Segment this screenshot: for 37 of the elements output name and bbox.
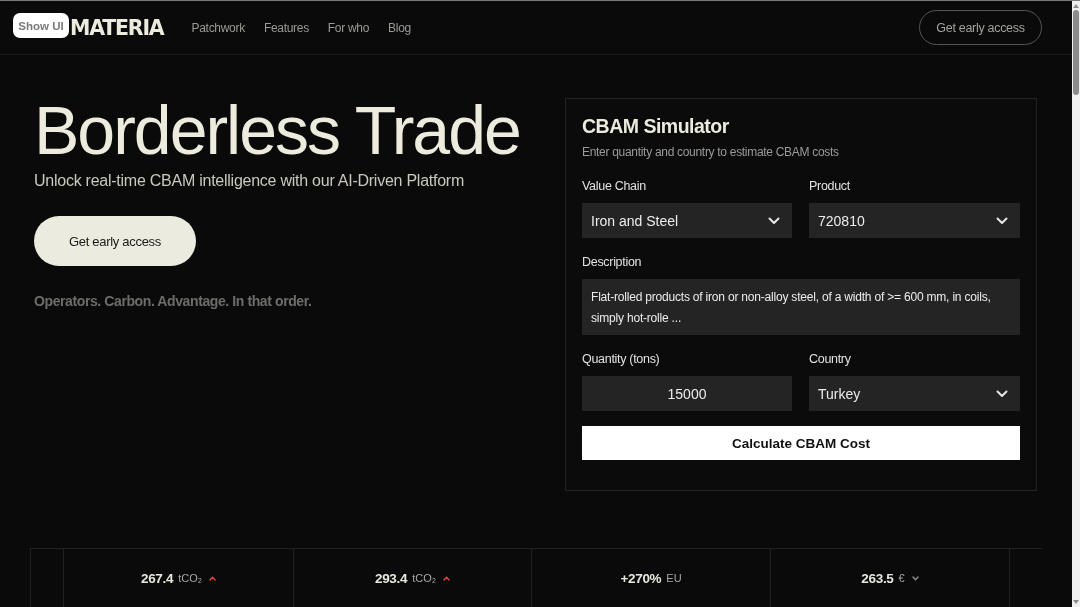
scrollbar-thumb[interactable] (1073, 10, 1079, 95)
stat-unit: tCO₂ (178, 572, 203, 584)
stat-unit: tCO₂ (412, 572, 437, 584)
field-label: Description (582, 254, 643, 270)
field-label: Product (809, 178, 851, 194)
hero-subtitle: Unlock real-time CBAM intelligence with our AI-Driven Platform (34, 171, 464, 191)
chevron-down-icon (768, 216, 780, 225)
chevron-down-icon (996, 389, 1008, 398)
show-ui-button[interactable]: Show UI (13, 13, 69, 38)
field-label: Value Chain (582, 178, 647, 194)
stat-unit: € (898, 572, 905, 584)
nav-link[interactable]: Features (263, 20, 309, 35)
tagline: Operators. Carbon. Advantage. In that order. (34, 292, 312, 310)
scroll-up-icon[interactable] (1073, 4, 1079, 8)
dropdown[interactable]: 720810 (809, 203, 1020, 238)
stat-value: 267.4 (140, 570, 174, 586)
dropdown[interactable]: Turkey (809, 376, 1020, 411)
calculate-button[interactable]: Calculate CBAM Cost (582, 426, 1020, 460)
text-area[interactable]: Flat-rolled products of iron or non-alloy steel, of a width of >= 600 mm, in coils, simply hot-rolle ... (582, 279, 1020, 335)
simulator-title: CBAM Simulator (582, 114, 730, 138)
chevron-down-icon (996, 216, 1008, 225)
stat-value: 293.4 (374, 570, 408, 586)
logo[interactable]: MATERIA (70, 15, 164, 40)
dropdown[interactable]: Iron and Steel (582, 203, 792, 238)
simulator-subtitle: Enter quantity and country to estimate CBAM costs (582, 144, 840, 160)
nav-link[interactable]: For who (327, 20, 370, 35)
hero-title: Borderless Trade (34, 96, 520, 164)
field-label: Quantity (tons) (582, 351, 661, 367)
nav-link[interactable]: Patchwork (191, 20, 245, 35)
field-label: Country (809, 351, 852, 367)
nav-link[interactable]: Blog (388, 20, 411, 35)
stat-value: 263.5 (861, 570, 894, 586)
number-field[interactable]: 15000 (582, 376, 792, 411)
scroll-down-icon[interactable] (1073, 600, 1079, 604)
stat-unit: EU (666, 572, 682, 584)
stat-value: +270% (620, 570, 662, 586)
get-access-button[interactable]: Get early access (34, 216, 196, 266)
